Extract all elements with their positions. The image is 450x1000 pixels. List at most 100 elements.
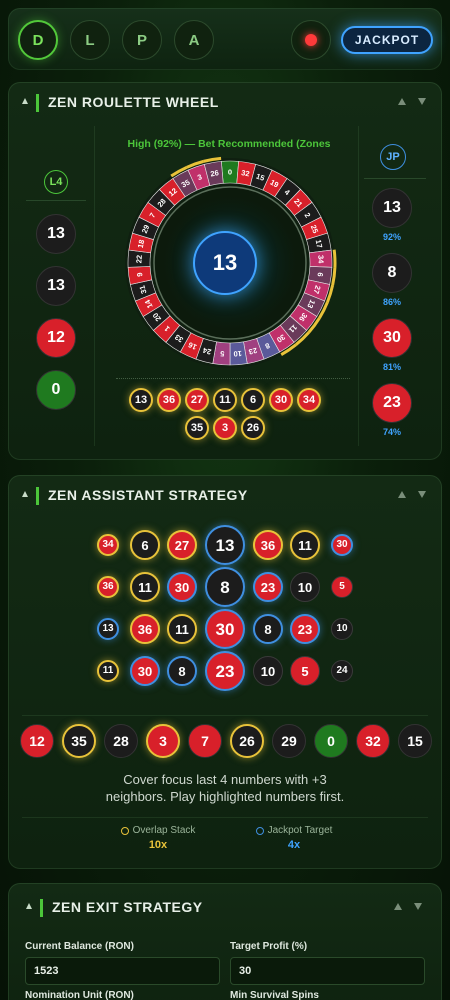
right-header-line: [364, 178, 426, 179]
strategy-chip[interactable]: 5: [331, 576, 353, 598]
strategy-chip[interactable]: 5: [290, 656, 320, 686]
jackpot-probability: 81%: [382, 362, 401, 372]
collapse-icon[interactable]: [26, 903, 32, 909]
strategy-chip[interactable]: 34: [97, 534, 119, 556]
recent-number-chip[interactable]: 12: [20, 724, 54, 758]
target-profit-input[interactable]: [230, 957, 425, 985]
strategy-chip[interactable]: 10: [331, 618, 353, 640]
strategy-chip[interactable]: 30: [205, 609, 245, 649]
history-chip[interactable]: 35: [185, 416, 209, 440]
overlap-stat: Overlap Stack 10x: [108, 825, 208, 851]
collapse-icon[interactable]: [22, 98, 28, 104]
strategy-chip[interactable]: 6: [130, 530, 160, 560]
last-number-chip[interactable]: 0: [36, 370, 76, 410]
overlap-value: 10x: [148, 839, 168, 851]
strategy-chip[interactable]: 23: [290, 614, 320, 644]
strategy-chip[interactable]: 13: [205, 525, 245, 565]
strategy-chip[interactable]: 11: [167, 614, 197, 644]
strategy-chip[interactable]: 30: [167, 572, 197, 602]
wheel-number: 5: [220, 349, 225, 358]
history-chip[interactable]: 3: [213, 416, 237, 440]
last-number-chip[interactable]: 12: [36, 318, 76, 358]
jackpot-number-chip[interactable]: 30: [372, 318, 412, 358]
record-button[interactable]: [291, 20, 331, 60]
gold-ring-icon: [120, 826, 129, 835]
advice-line-1: Cover focus last 4 numbers with +3: [123, 772, 327, 787]
nav-button-p[interactable]: P: [122, 20, 162, 60]
wheel-number: 26: [210, 168, 220, 178]
strategy-card-header[interactable]: ZEN ASSISTANT STRATEGY: [8, 475, 442, 517]
strategy-chip[interactable]: 36: [97, 576, 119, 598]
jackpot-number-chip[interactable]: 13: [372, 188, 412, 228]
exit-title: ZEN EXIT STRATEGY: [52, 899, 203, 915]
nav-button-a[interactable]: A: [174, 20, 214, 60]
nav-button-l[interactable]: L: [70, 20, 110, 60]
wheel-number: 10: [233, 349, 242, 359]
strategy-chip[interactable]: 10: [253, 656, 283, 686]
recent-number-chip[interactable]: 28: [104, 724, 138, 758]
wheel-number: 22: [134, 255, 143, 264]
l4-badge: L4: [44, 170, 68, 194]
strategy-chip[interactable]: 8: [167, 656, 197, 686]
jackpot-number-chip[interactable]: 8: [372, 253, 412, 293]
move-up-icon[interactable]: [398, 491, 406, 498]
unit-label: Nomination Unit (RON): [25, 990, 134, 1000]
overlap-arc: [332, 249, 337, 268]
jackpot-number-chip[interactable]: 23: [372, 383, 412, 423]
strategy-chip[interactable]: 13: [97, 618, 119, 640]
recent-number-chip[interactable]: 15: [398, 724, 432, 758]
history-chip[interactable]: 11: [213, 388, 237, 412]
move-down-icon[interactable]: [418, 491, 426, 498]
move-down-icon[interactable]: [414, 903, 422, 910]
strategy-chip[interactable]: 24: [331, 660, 353, 682]
strategy-advice: Cover focus last 4 numbers with +3 neigh…: [28, 771, 422, 805]
strategy-chip[interactable]: 30: [331, 534, 353, 556]
strategy-chip[interactable]: 36: [253, 530, 283, 560]
strategy-chip[interactable]: 27: [167, 530, 197, 560]
history-chip[interactable]: 6: [241, 388, 265, 412]
strategy-chip[interactable]: 8: [253, 614, 283, 644]
history-chip[interactable]: 30: [269, 388, 293, 412]
balance-input[interactable]: [25, 957, 220, 985]
roulette-card-header[interactable]: ZEN ROULETTE WHEEL: [8, 82, 442, 124]
last-number-chip[interactable]: 13: [36, 214, 76, 254]
jackpot-probability: 74%: [382, 427, 401, 437]
exit-card-header[interactable]: ZEN EXIT STRATEGY: [8, 887, 442, 929]
blue-ring-icon: [255, 826, 264, 835]
history-chip[interactable]: 26: [241, 416, 265, 440]
move-up-icon[interactable]: [394, 903, 402, 910]
strategy-chip[interactable]: 10: [290, 572, 320, 602]
title-accent: [36, 94, 39, 112]
history-chip[interactable]: 27: [185, 388, 209, 412]
left-column-divider: [94, 126, 95, 446]
last-number-chip[interactable]: 13: [36, 266, 76, 306]
strategy-chip[interactable]: 8: [205, 567, 245, 607]
recent-number-chip[interactable]: 7: [188, 724, 222, 758]
title-accent: [40, 899, 43, 917]
overlap-label: Overlap Stack: [132, 825, 196, 836]
strategy-chip[interactable]: 36: [130, 614, 160, 644]
nav-button-d[interactable]: D: [18, 20, 58, 60]
strategy-chip[interactable]: 23: [205, 651, 245, 691]
strategy-chip[interactable]: 11: [290, 530, 320, 560]
recent-number-chip[interactable]: 3: [146, 724, 180, 758]
strategy-title: ZEN ASSISTANT STRATEGY: [48, 487, 248, 503]
wheel-number: 0: [228, 168, 232, 177]
history-chip[interactable]: 13: [129, 388, 153, 412]
strategy-chip[interactable]: 23: [253, 572, 283, 602]
recent-number-chip[interactable]: 35: [62, 724, 96, 758]
jackpot-button[interactable]: JACKPOT: [341, 26, 433, 54]
move-up-icon[interactable]: [398, 98, 406, 105]
recent-number-chip[interactable]: 26: [230, 724, 264, 758]
strategy-chip[interactable]: 11: [97, 660, 119, 682]
collapse-icon[interactable]: [22, 491, 28, 497]
history-chip[interactable]: 34: [297, 388, 321, 412]
history-chip[interactable]: 36: [157, 388, 181, 412]
recent-number-chip[interactable]: 32: [356, 724, 390, 758]
grid-separator: [22, 715, 428, 716]
recent-number-chip[interactable]: 0: [314, 724, 348, 758]
strategy-chip[interactable]: 30: [130, 656, 160, 686]
recent-number-chip[interactable]: 29: [272, 724, 306, 758]
strategy-chip[interactable]: 11: [130, 572, 160, 602]
move-down-icon[interactable]: [418, 98, 426, 105]
